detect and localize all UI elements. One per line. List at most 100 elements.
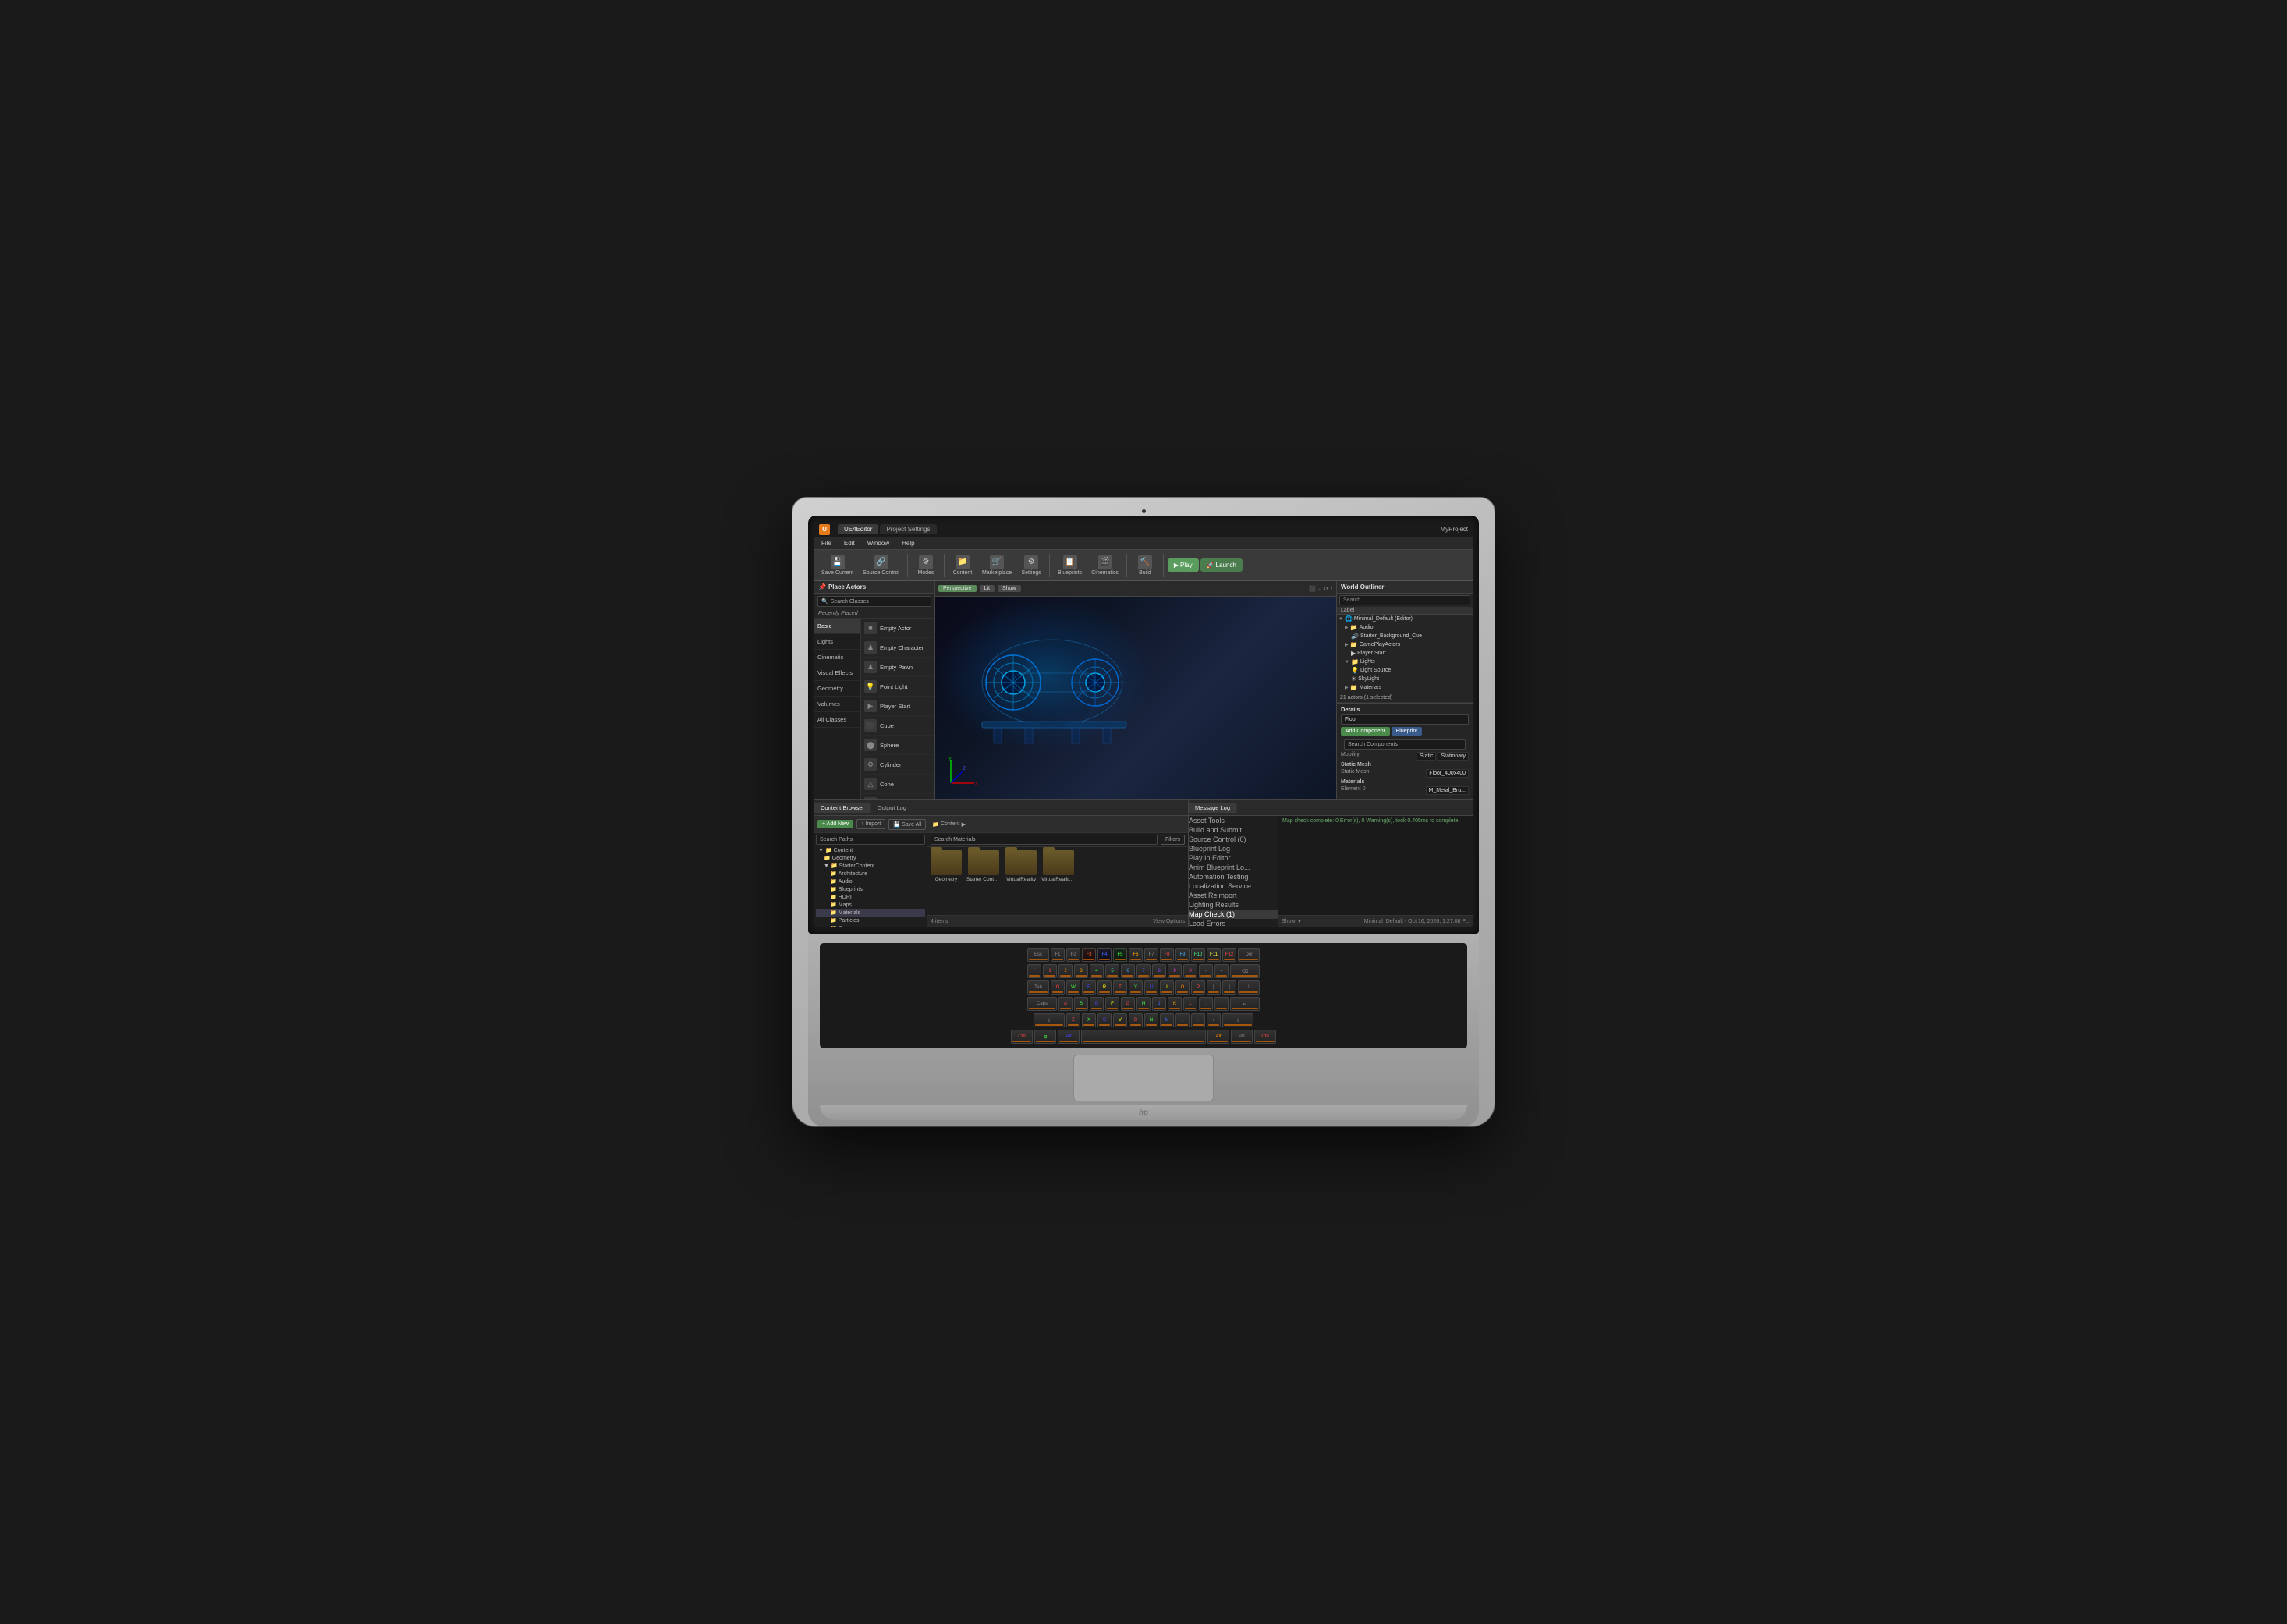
- key-f7[interactable]: F7: [1144, 948, 1158, 962]
- tree-architecture[interactable]: 📁 Architecture: [816, 870, 925, 878]
- key-h[interactable]: H: [1136, 997, 1151, 1011]
- tree-materials-content[interactable]: 📁 Materials: [816, 909, 925, 917]
- tree-hdri[interactable]: 📁 HDRI: [816, 893, 925, 901]
- key-j[interactable]: J: [1152, 997, 1166, 1011]
- 3d-viewport[interactable]: X Y Z: [935, 597, 1336, 799]
- key-alt-r[interactable]: Alt: [1207, 1030, 1229, 1044]
- log-asset-tools[interactable]: Asset Tools: [1189, 816, 1278, 825]
- tab-content-browser[interactable]: Content Browser: [814, 803, 871, 813]
- key-delete[interactable]: Del: [1238, 948, 1260, 962]
- actor-cylinder[interactable]: ⚙ Cylinder: [861, 755, 934, 775]
- actor-sphere[interactable]: ⬤ Sphere: [861, 736, 934, 755]
- add-component-button[interactable]: Add Component: [1341, 727, 1390, 736]
- tree-minimal-default[interactable]: ▼ 🌐 Minimal_Default (Editor): [1337, 615, 1473, 623]
- actor-empty-actor[interactable]: ■ Empty Actor: [861, 619, 934, 638]
- static-mobility-btn[interactable]: Static: [1417, 752, 1437, 761]
- tree-audio-content[interactable]: 📁 Audio: [816, 878, 925, 885]
- key-enter[interactable]: ↵: [1230, 997, 1260, 1011]
- key-r[interactable]: R: [1097, 980, 1112, 995]
- key-2[interactable]: 2: [1058, 964, 1073, 978]
- key-c[interactable]: C: [1097, 1013, 1112, 1027]
- settings-button[interactable]: ⚙ Settings: [1017, 554, 1045, 577]
- view-options-button[interactable]: View Options: [1153, 919, 1185, 924]
- tree-gameplay-actors[interactable]: ▶ 📁 GamePlayActors: [1337, 640, 1473, 649]
- selected-actor-name[interactable]: Floor: [1341, 714, 1469, 725]
- filters-button[interactable]: Filters: [1161, 835, 1185, 845]
- lit-button[interactable]: Lit: [980, 585, 995, 592]
- key-u[interactable]: U: [1144, 980, 1158, 995]
- key-f10[interactable]: F10: [1191, 948, 1205, 962]
- key-4[interactable]: 4: [1090, 964, 1104, 978]
- key-prtsc[interactable]: Prt: [1231, 1030, 1253, 1044]
- tab-project-settings[interactable]: Project Settings: [880, 524, 936, 534]
- save-current-button[interactable]: 💾 Save Current: [817, 554, 857, 577]
- key-m[interactable]: M: [1160, 1013, 1174, 1027]
- search-classes-box[interactable]: 🔍 Search Classes: [817, 596, 931, 607]
- key-a[interactable]: A: [1058, 997, 1073, 1011]
- key-0[interactable]: 0: [1183, 964, 1197, 978]
- tree-lights[interactable]: ▼ 📁 Lights: [1337, 658, 1473, 666]
- key-quote[interactable]: ': [1214, 997, 1229, 1011]
- key-win[interactable]: ⊞: [1034, 1030, 1056, 1044]
- log-source-control[interactable]: Source Control (0): [1189, 835, 1278, 844]
- import-button[interactable]: ↑ Import: [856, 819, 885, 829]
- log-play-editor[interactable]: Play In Editor: [1189, 853, 1278, 863]
- key-k[interactable]: K: [1168, 997, 1182, 1011]
- key-e[interactable]: E: [1082, 980, 1096, 995]
- key-i[interactable]: I: [1160, 980, 1174, 995]
- folder-vr-bp[interactable]: VirtualReality BP: [1041, 850, 1076, 882]
- log-localization[interactable]: Localization Service: [1189, 881, 1278, 891]
- marketplace-button[interactable]: 🛒 Marketplace: [978, 554, 1016, 577]
- key-x[interactable]: X: [1082, 1013, 1096, 1027]
- key-alt-l[interactable]: Alt: [1058, 1030, 1080, 1044]
- log-automation[interactable]: Automation Testing: [1189, 872, 1278, 881]
- key-caps[interactable]: Caps: [1027, 997, 1057, 1011]
- key-s[interactable]: S: [1074, 997, 1088, 1011]
- key-comma[interactable]: ,: [1175, 1013, 1190, 1027]
- log-load-errors[interactable]: Load Errors: [1189, 919, 1278, 927]
- tree-skylight[interactable]: ☀ SkyLight: [1337, 675, 1473, 683]
- show-button[interactable]: Show: [998, 585, 1021, 592]
- key-f12[interactable]: F12: [1222, 948, 1236, 962]
- key-8[interactable]: 8: [1152, 964, 1166, 978]
- key-ctrl-r[interactable]: Ctrl: [1254, 1030, 1276, 1044]
- tree-light-source[interactable]: 💡 Light Source: [1337, 666, 1473, 675]
- key-9[interactable]: 9: [1168, 964, 1182, 978]
- key-f6[interactable]: F6: [1129, 948, 1143, 962]
- folder-virtual-reality[interactable]: VirtualReality: [1005, 850, 1037, 882]
- key-5[interactable]: 5: [1105, 964, 1119, 978]
- play-button[interactable]: ▶ Play: [1168, 558, 1199, 572]
- menu-window[interactable]: Window: [865, 539, 892, 548]
- log-blueprint-log[interactable]: Blueprint Log: [1189, 844, 1278, 853]
- key-semicolon[interactable]: ;: [1199, 997, 1213, 1011]
- key-q[interactable]: Q: [1051, 980, 1065, 995]
- key-f9[interactable]: F9: [1175, 948, 1190, 962]
- key-equals[interactable]: =: [1214, 964, 1229, 978]
- key-f8[interactable]: F8: [1160, 948, 1174, 962]
- add-new-button[interactable]: + Add New: [817, 820, 853, 828]
- actor-empty-character[interactable]: ♟ Empty Character: [861, 638, 934, 658]
- key-y[interactable]: Y: [1129, 980, 1143, 995]
- tree-starter-content[interactable]: ▼ 📁 StarterContent: [816, 862, 925, 870]
- menu-edit[interactable]: Edit: [842, 539, 857, 548]
- tree-player-start[interactable]: ▶ Player Start: [1337, 649, 1473, 658]
- build-button[interactable]: 🔨 Build: [1131, 554, 1159, 577]
- tree-particles[interactable]: 📁 Particles: [816, 917, 925, 924]
- static-mesh-value[interactable]: Floor_400x400: [1426, 769, 1469, 778]
- key-l[interactable]: L: [1183, 997, 1197, 1011]
- tab-editor[interactable]: UE4Editor: [838, 524, 878, 534]
- key-f3[interactable]: F3: [1082, 948, 1096, 962]
- key-space[interactable]: [1081, 1030, 1206, 1044]
- search-components-box[interactable]: Search Components: [1344, 739, 1466, 750]
- tree-geometry[interactable]: 📁 Geometry: [816, 854, 925, 862]
- key-period[interactable]: .: [1191, 1013, 1205, 1027]
- tree-props[interactable]: 📁 Props: [816, 924, 925, 927]
- key-z[interactable]: Z: [1066, 1013, 1080, 1027]
- category-geometry[interactable]: Geometry: [814, 681, 860, 697]
- category-lights[interactable]: Lights: [814, 634, 860, 650]
- actor-cone[interactable]: △ Cone: [861, 775, 934, 794]
- key-esc[interactable]: Esc: [1027, 948, 1049, 962]
- category-volumes[interactable]: Volumes: [814, 697, 860, 712]
- key-6[interactable]: 6: [1121, 964, 1135, 978]
- key-d[interactable]: D: [1090, 997, 1104, 1011]
